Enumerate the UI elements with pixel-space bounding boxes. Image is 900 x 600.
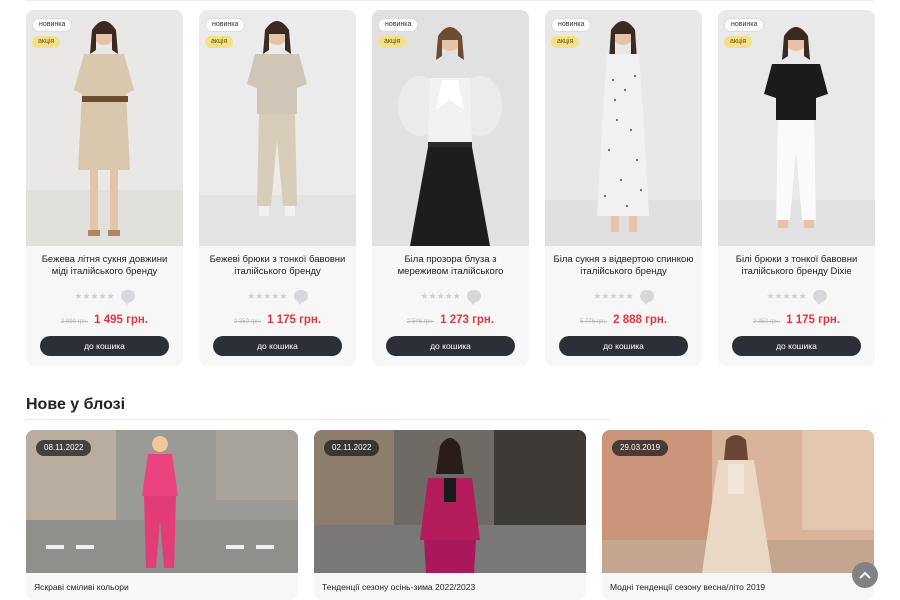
current-price: 2 888 грн. xyxy=(613,314,668,326)
old-price: 5 776 грн. xyxy=(579,319,608,325)
add-to-cart-button[interactable]: до кошика xyxy=(386,336,515,356)
current-price: 1 273 грн. xyxy=(440,314,495,326)
product-grid: новинка акція Бежева літня сукня довжини… xyxy=(26,10,876,366)
product-card[interactable]: новинка акція Білі брюки з тонкої бавовн… xyxy=(718,10,875,366)
post-date: 02.11.2022 xyxy=(324,440,380,456)
product-title[interactable]: Біла прозора блуза з мереживом італійськ… xyxy=(380,254,521,280)
add-to-cart-button[interactable]: до кошика xyxy=(213,336,342,356)
product-title[interactable]: Біла сукня з відвертою спинкою італійськ… xyxy=(553,254,694,280)
rating: ★★★★★ xyxy=(199,290,356,305)
star-icon: ★★★★★ xyxy=(593,291,634,301)
price-block: 2 350 грн. 1 175 грн. xyxy=(718,314,875,326)
add-to-cart-button[interactable]: до кошика xyxy=(559,336,688,356)
old-price: 2 350 грн. xyxy=(233,319,262,325)
post-title[interactable]: Модні тенденції сезону весна/літо 2019 xyxy=(610,582,765,592)
new-badge: новинка xyxy=(205,18,246,32)
current-price: 1 175 грн. xyxy=(267,314,322,326)
product-card[interactable]: новинка акція Біла прозора блуза з мереж… xyxy=(372,10,529,366)
product-title[interactable]: Бежева літня сукня довжини міді італійсь… xyxy=(34,254,175,280)
price-block: 2 990 грн. 1 495 грн. xyxy=(26,314,183,326)
product-photo[interactable]: новинка акція xyxy=(718,10,875,246)
sale-badge: акція xyxy=(724,36,753,48)
star-icon: ★★★★★ xyxy=(420,291,461,301)
product-card[interactable]: новинка акція Бежева літня сукня довжини… xyxy=(26,10,183,366)
rating: ★★★★★ xyxy=(718,290,875,305)
price-block: 2 546 грн. 1 273 грн. xyxy=(372,314,529,326)
product-title[interactable]: Білі брюки з тонкої бавовни італійського… xyxy=(726,254,867,280)
sale-badge: акція xyxy=(551,36,580,48)
post-title[interactable]: Яскраві сміливі кольори xyxy=(34,582,129,592)
comment-icon[interactable] xyxy=(120,290,135,305)
product-card[interactable]: новинка акція Бежеві брюки з тонкої баво… xyxy=(199,10,356,366)
current-price: 1 495 грн. xyxy=(94,314,149,326)
rating: ★★★★★ xyxy=(372,290,529,305)
new-badge: новинка xyxy=(724,18,765,32)
current-price: 1 175 грн. xyxy=(786,314,841,326)
comment-icon[interactable] xyxy=(639,290,654,305)
rating: ★★★★★ xyxy=(26,290,183,305)
add-to-cart-button[interactable]: до кошика xyxy=(40,336,169,356)
price-block: 5 776 грн. 2 888 грн. xyxy=(545,314,702,326)
blog-heading: Нове у блозі xyxy=(26,396,126,413)
blog-divider xyxy=(26,419,610,420)
new-badge: новинка xyxy=(32,18,73,32)
post-date: 29.03.2019 xyxy=(612,440,669,456)
scroll-to-top-button[interactable] xyxy=(852,562,878,588)
star-icon: ★★★★★ xyxy=(247,291,288,301)
sale-badge: акція xyxy=(32,36,61,48)
product-card[interactable]: новинка акція Біла сукня з відвертою спи… xyxy=(545,10,702,366)
new-badge: новинка xyxy=(551,18,592,32)
sale-badge: акція xyxy=(205,36,234,48)
post-date: 08.11.2022 xyxy=(36,440,92,456)
old-price: 2 990 грн. xyxy=(60,319,89,325)
product-title[interactable]: Бежеві брюки з тонкої бавовни італійсько… xyxy=(207,254,348,280)
comment-icon[interactable] xyxy=(466,290,481,305)
old-price: 2 546 грн. xyxy=(406,319,435,325)
product-photo[interactable]: новинка акція xyxy=(199,10,356,246)
product-photo[interactable]: новинка акція xyxy=(545,10,702,246)
blog-post-card[interactable]: 29.03.2019 Модні тенденції сезону весна/… xyxy=(602,430,874,600)
comment-icon[interactable] xyxy=(812,290,827,305)
price-block: 2 350 грн. 1 175 грн. xyxy=(199,314,356,326)
new-badge: новинка xyxy=(378,18,419,32)
rating: ★★★★★ xyxy=(545,290,702,305)
chevron-up-icon xyxy=(859,571,871,579)
blog-post-card[interactable]: 02.11.2022 Тенденції сезону осінь-зима 2… xyxy=(314,430,586,600)
star-icon: ★★★★★ xyxy=(766,291,807,301)
add-to-cart-button[interactable]: до кошика xyxy=(732,336,861,356)
star-icon: ★★★★★ xyxy=(74,291,115,301)
old-price: 2 350 грн. xyxy=(752,319,781,325)
comment-icon[interactable] xyxy=(293,290,308,305)
top-divider xyxy=(26,0,874,1)
product-photo[interactable]: новинка акція xyxy=(26,10,183,246)
post-title[interactable]: Тенденції сезону осінь-зима 2022/2023 xyxy=(322,582,475,592)
blog-posts: 08.11.2022 Яскраві сміливі кольори 02.11… xyxy=(26,430,874,600)
product-photo[interactable]: новинка акція xyxy=(372,10,529,246)
blog-post-card[interactable]: 08.11.2022 Яскраві сміливі кольори xyxy=(26,430,298,600)
sale-badge: акція xyxy=(378,36,407,48)
